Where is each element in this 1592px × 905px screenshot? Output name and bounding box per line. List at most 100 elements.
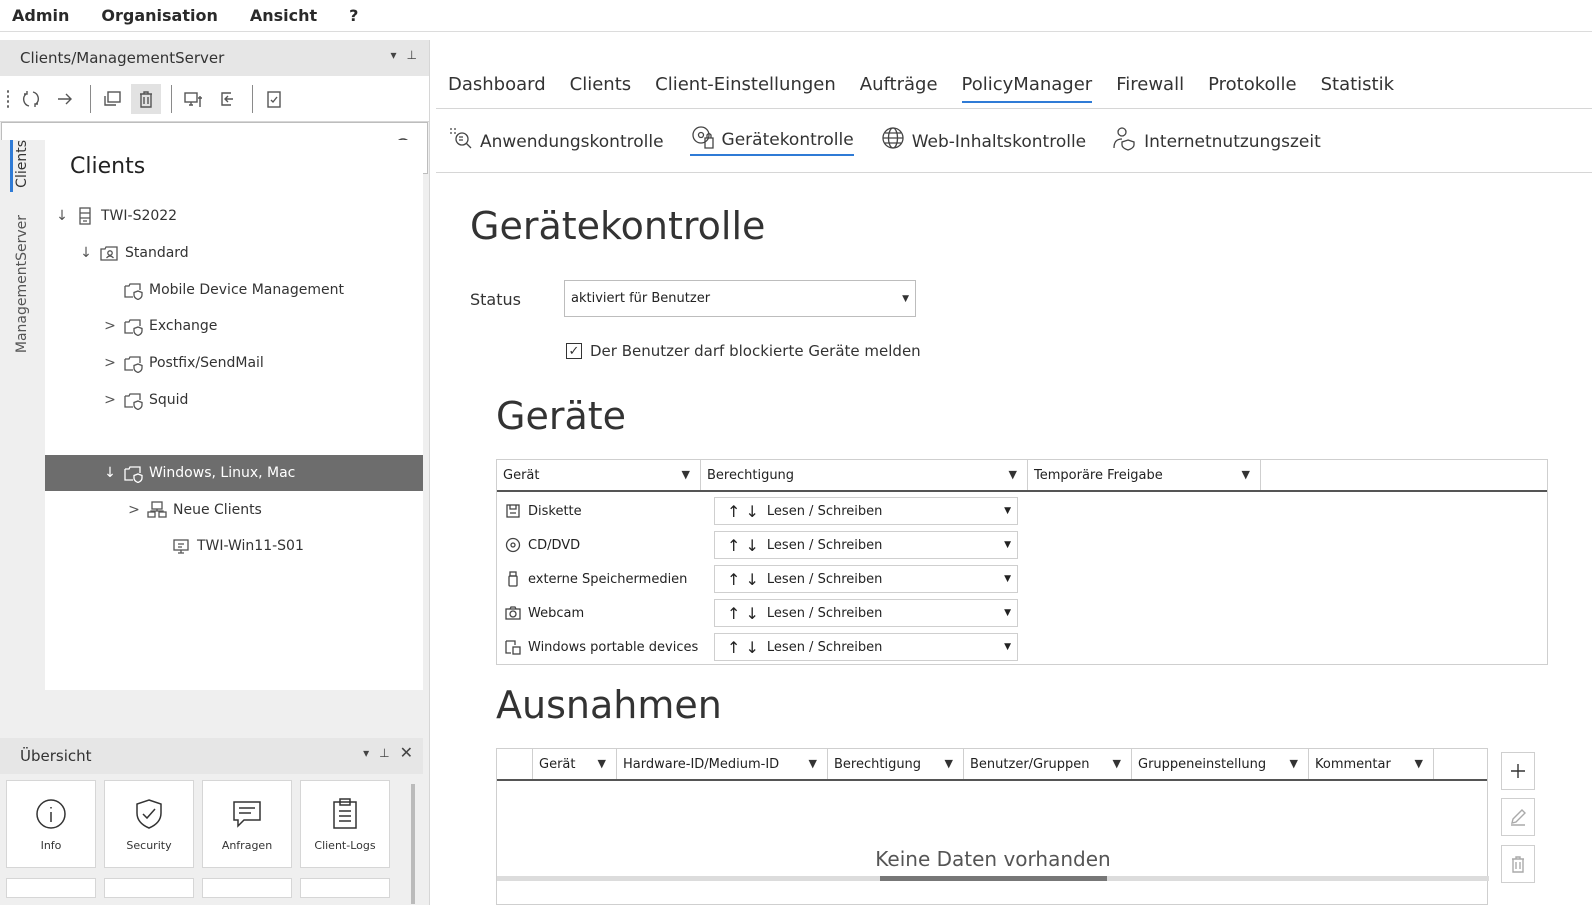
tree-node[interactable]: TWI-Win11-S01 <box>45 528 423 564</box>
permission-select[interactable]: ↑ ↓ Lesen / Schreiben ▼ <box>714 599 1018 627</box>
vtab-clients[interactable]: Clients <box>14 140 30 188</box>
tile-info[interactable]: Info <box>6 780 96 868</box>
tab-auftraege[interactable]: Aufträge <box>860 74 938 103</box>
tree-title: Clients <box>70 154 146 179</box>
filter-icon[interactable]: ▼ <box>1290 757 1298 770</box>
column-header-label: Berechtigung <box>834 756 922 772</box>
table-row[interactable]: Windows portable devices ↑ ↓ Lesen / Schr… <box>497 630 1549 664</box>
expand-arrow-icon[interactable]: ↓ <box>55 208 69 224</box>
permission-select[interactable]: ↑ ↓ Lesen / Schreiben ▼ <box>714 497 1018 525</box>
table-row[interactable]: externe Speichermedien ↑ ↓ Lesen / Schrei… <box>497 562 1549 596</box>
tile-security[interactable]: Security <box>104 780 194 868</box>
tile-client-logs[interactable]: Client-Logs <box>300 780 390 868</box>
delete-exception-button[interactable] <box>1501 845 1535 883</box>
tree-node[interactable]: Mobile Device Management <box>45 272 423 308</box>
menu-ansicht[interactable]: Ansicht <box>250 6 317 25</box>
tab-dashboard[interactable]: Dashboard <box>448 74 546 103</box>
tree-node[interactable]: > Exchange <box>45 308 423 344</box>
expand-arrow-icon[interactable]: ↓ <box>79 245 93 261</box>
subtab-geraetekontrolle[interactable]: Gerätekontrolle <box>689 124 854 156</box>
filter-icon[interactable]: ▼ <box>1242 468 1250 481</box>
tree-node[interactable]: ↓ Standard <box>45 235 423 271</box>
main-tabs: Dashboard Clients Client-Einstellungen A… <box>448 74 1418 103</box>
column-header-kommentar[interactable]: Kommentar ▼ <box>1309 749 1434 779</box>
tab-firewall[interactable]: Firewall <box>1116 74 1184 103</box>
checkbox-icon[interactable]: ✓ <box>566 343 582 359</box>
filter-icon[interactable]: ▼ <box>1415 757 1423 770</box>
filter-icon[interactable]: ▼ <box>1113 757 1121 770</box>
column-header-benutzer-gruppen[interactable]: Benutzer/Gruppen ▼ <box>964 749 1132 779</box>
column-header-geraet[interactable]: Gerät ▼ <box>533 749 617 779</box>
devices-table: Gerät ▼ Berechtigung ▼ Temporäre Freigab… <box>496 459 1548 665</box>
overview-scrollbar[interactable] <box>411 784 415 904</box>
tree-node[interactable]: > Squid <box>45 382 423 418</box>
device-name: Diskette <box>528 503 582 519</box>
menu-admin[interactable]: Admin <box>12 6 69 25</box>
filter-icon[interactable]: ▼ <box>1009 468 1017 481</box>
subtab-anwendungskontrolle[interactable]: Anwendungskontrolle <box>448 124 664 156</box>
column-header-hardware-id[interactable]: Hardware-ID/Medium-ID ▼ <box>617 749 828 779</box>
expand-arrow-icon[interactable]: > <box>103 392 117 408</box>
close-icon[interactable]: ✕ <box>400 743 413 762</box>
status-select[interactable]: aktiviert für Benutzer ▼ <box>564 280 916 317</box>
pin-icon[interactable]: ⊥ <box>379 746 389 762</box>
table-row[interactable]: Diskette ↑ ↓ Lesen / Schreiben ▼ <box>497 494 1549 528</box>
tree-node-selected[interactable]: ↓ Windows, Linux, Mac <box>45 455 423 491</box>
table-row[interactable]: Webcam ↑ ↓ Lesen / Schreiben ▼ <box>497 596 1549 630</box>
column-header-geraet[interactable]: Gerät ▼ <box>497 460 701 490</box>
panel-menu-caret-icon[interactable]: ▾ <box>363 746 369 762</box>
tree-node[interactable]: > Neue Clients <box>45 492 423 528</box>
column-header-berechtigung[interactable]: Berechtigung ▼ <box>701 460 1028 490</box>
table-row[interactable]: CD/DVD ↑ ↓ Lesen / Schreiben ▼ <box>497 528 1549 562</box>
menu-help[interactable]: ? <box>349 6 358 25</box>
menu-organisation[interactable]: Organisation <box>101 6 217 25</box>
edit-exception-button[interactable] <box>1501 798 1535 836</box>
import-button[interactable] <box>212 84 242 114</box>
column-header-gruppeneinstellung[interactable]: Gruppeneinstellung ▼ <box>1132 749 1309 779</box>
tab-statistik[interactable]: Statistik <box>1321 74 1394 103</box>
tab-protokolle[interactable]: Protokolle <box>1208 74 1297 103</box>
tree-node-label: Neue Clients <box>173 502 262 518</box>
subtab-web-inhaltskontrolle[interactable]: Web-Inhaltskontrolle <box>880 124 1086 156</box>
filter-icon[interactable]: ▼ <box>945 757 953 770</box>
tree-node[interactable]: ↓ TWI-S2022 <box>45 198 423 234</box>
tile-placeholder[interactable] <box>202 878 292 898</box>
column-header-temporaere-freigabe[interactable]: Temporäre Freigabe ▼ <box>1028 460 1261 490</box>
filter-icon[interactable]: ▼ <box>682 468 690 481</box>
scrollbar-thumb[interactable] <box>880 876 1107 881</box>
expand-arrow-icon[interactable]: > <box>103 355 117 371</box>
permission-select[interactable]: ↑ ↓ Lesen / Schreiben ▼ <box>714 565 1018 593</box>
tab-clients[interactable]: Clients <box>570 74 632 103</box>
check-button[interactable] <box>259 84 289 114</box>
tile-anfragen[interactable]: Anfragen <box>202 780 292 868</box>
tile-placeholder[interactable] <box>104 878 194 898</box>
delete-button[interactable] <box>131 83 161 114</box>
tab-client-einstellungen[interactable]: Client-Einstellungen <box>655 74 836 103</box>
permission-select[interactable]: ↑ ↓ Lesen / Schreiben ▼ <box>714 531 1018 559</box>
panel-menu-caret-icon[interactable]: ▾ <box>391 48 397 62</box>
pin-icon[interactable]: ⊥ <box>407 48 417 62</box>
expand-arrow-icon[interactable]: ↓ <box>103 465 117 481</box>
toolbar-grip-icon[interactable] <box>6 88 10 109</box>
copy-button[interactable] <box>97 84 127 114</box>
refresh-button[interactable] <box>16 84 46 114</box>
add-exception-button[interactable] <box>1501 752 1535 790</box>
expand-arrow-icon[interactable]: > <box>127 502 141 518</box>
filter-icon[interactable]: ▼ <box>598 757 606 770</box>
subtab-internetnutzungszeit[interactable]: Internetnutzungszeit <box>1112 124 1321 156</box>
vtab-managementserver[interactable]: ManagementServer <box>14 215 30 353</box>
expand-arrow-icon[interactable]: > <box>103 318 117 334</box>
permission-select[interactable]: ↑ ↓ Lesen / Schreiben ▼ <box>714 633 1018 661</box>
tree-node[interactable]: > Postfix/SendMail <box>45 345 423 381</box>
tile-placeholder[interactable] <box>300 878 390 898</box>
column-header-select[interactable] <box>497 749 533 779</box>
devices-table-header: Gerät ▼ Berechtigung ▼ Temporäre Freigab… <box>497 460 1547 492</box>
column-header-berechtigung[interactable]: Berechtigung ▼ <box>828 749 964 779</box>
tab-policymanager[interactable]: PolicyManager <box>961 74 1093 103</box>
add-client-button[interactable] <box>178 84 208 114</box>
forward-button[interactable] <box>50 84 80 114</box>
tile-placeholder[interactable] <box>6 878 96 898</box>
report-blocked-devices-checkbox[interactable]: ✓ Der Benutzer darf blockierte Geräte me… <box>566 342 921 360</box>
horizontal-scrollbar[interactable] <box>497 876 1489 881</box>
filter-icon[interactable]: ▼ <box>809 757 817 770</box>
